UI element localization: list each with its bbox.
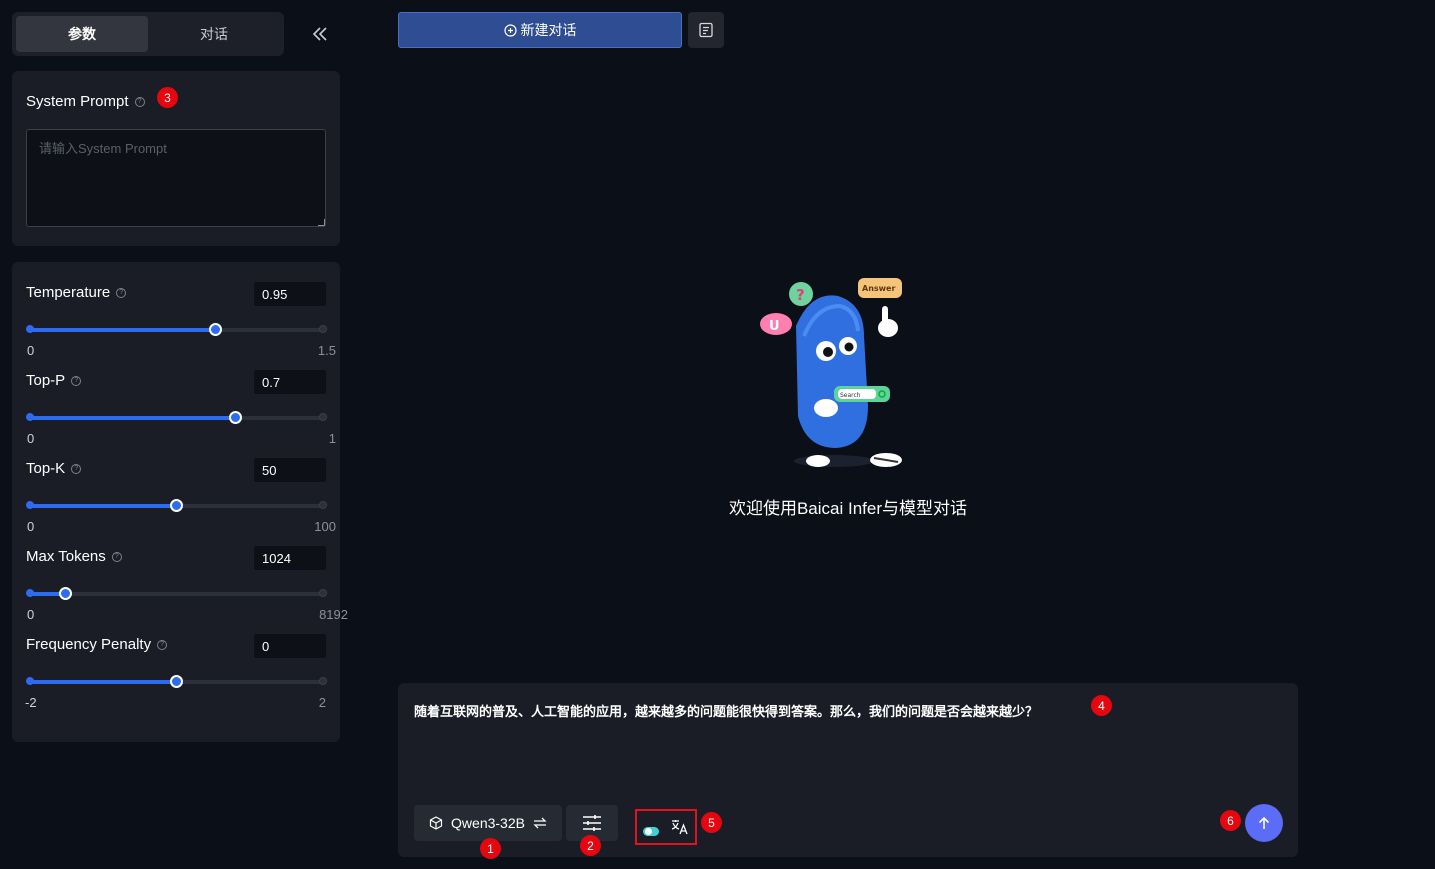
system-prompt-input[interactable] [26,129,326,227]
top-k-input[interactable] [254,458,326,482]
slider-start-dot [26,413,34,421]
help-icon[interactable]: ? [134,96,145,107]
slider-thumb[interactable] [59,587,72,600]
slider-end-dot [319,501,327,509]
slider-thumb[interactable] [170,675,183,688]
param-label: Frequency Penalty [26,636,152,653]
answer-bubble-label: Answer [862,284,895,293]
slider-start-dot [26,589,34,597]
plus-chat-icon [503,23,517,37]
cube-icon [429,816,443,830]
model-select-button[interactable]: Qwen3-32B [414,805,562,841]
param-frequency-penalty: Frequency Penalty? -2 2 [12,614,340,710]
range-max: 2 [318,695,326,710]
top-k-slider[interactable] [26,499,327,512]
frequency-penalty-input[interactable] [254,634,326,658]
u-bubble-label: U [769,319,780,334]
top-p-input[interactable] [254,370,326,394]
new-chat-label: 新建对话 [520,22,577,38]
marker-4: 4 [1091,695,1112,716]
param-label: Top-K [26,460,66,477]
search-bar-label: Search [840,392,861,399]
params-card: Temperature? 0 1.5 Top-P? 0 1 Top-K? [12,262,348,742]
mascot-illustration: Search Answer ? U [760,278,902,467]
slider-end-dot [319,589,327,597]
new-chat-button[interactable]: 新建对话 [398,12,682,48]
translate-icon[interactable] [671,819,689,835]
slider-start-dot [26,501,34,509]
slider-end-dot [319,325,327,333]
marker-5: 5 [701,812,722,833]
chat-history-button[interactable] [688,12,724,48]
max-tokens-input[interactable] [254,546,326,570]
translate-toggle[interactable] [643,826,659,836]
double-chevron-left-icon [312,27,327,41]
marker-6: 6 [1220,810,1241,831]
question-bubble-label: ? [796,286,805,304]
slider-thumb[interactable] [170,499,183,512]
temperature-slider[interactable] [26,323,327,336]
param-top-p: Top-P? 0 1 [12,350,340,446]
chat-input-box: 随着互联网的普及、人工智能的应用，越来越多的问题能很快得到答案。那么，我们的问题… [398,683,1298,857]
param-label: Top-P [26,372,66,389]
slider-end-dot [319,413,327,421]
slider-fill [28,416,236,420]
help-icon[interactable]: ? [71,375,82,386]
param-label: Temperature [26,284,111,301]
send-button[interactable] [1245,804,1283,842]
help-icon[interactable]: ? [111,551,122,562]
history-list-icon [699,22,713,38]
swap-icon [533,817,547,829]
param-label: Max Tokens [26,548,106,565]
arrow-up-icon [1258,816,1270,829]
range-min: -2 [25,695,37,710]
marker-1: 1 [480,838,501,859]
slider-start-dot [26,325,34,333]
param-max-tokens: Max Tokens? 0 8192 [12,526,348,622]
slider-fill [28,680,176,684]
collapse-sidebar-button[interactable] [308,22,332,46]
slider-thumb[interactable] [229,411,243,424]
system-prompt-label: System Prompt ? [26,93,145,110]
welcome-text: 欢迎使用Baicai Infer与模型对话 [728,499,968,518]
tab-chat[interactable]: 对话 [148,16,280,52]
slider-thumb[interactable] [209,323,223,336]
tab-params[interactable]: 参数 [16,16,148,52]
slider-start-dot [26,677,34,685]
max-tokens-slider[interactable] [26,587,327,600]
translate-toggle-group [635,809,697,845]
temperature-input[interactable] [254,282,326,306]
frequency-penalty-slider[interactable] [26,675,327,688]
slider-fill [28,504,176,508]
slider-end-dot [319,677,327,685]
param-temperature: Temperature? 0 1.5 [12,262,340,358]
top-p-slider[interactable] [26,411,327,424]
marker-3: 3 [157,87,178,108]
help-icon[interactable]: ? [71,463,82,474]
param-top-k: Top-K? 0 100 [12,438,340,534]
model-name: Qwen3-32B [451,815,525,831]
help-icon[interactable]: ? [157,639,168,650]
help-icon[interactable]: ? [116,287,127,298]
slider-fill [28,328,216,332]
chat-input[interactable]: 随着互联网的普及、人工智能的应用，越来越多的问题能很快得到答案。那么，我们的问题… [414,701,1274,720]
sliders-icon [583,815,601,831]
marker-2: 2 [580,835,601,856]
mode-tabs: 参数 对话 [12,12,284,56]
resize-handle-icon[interactable] [318,219,325,226]
